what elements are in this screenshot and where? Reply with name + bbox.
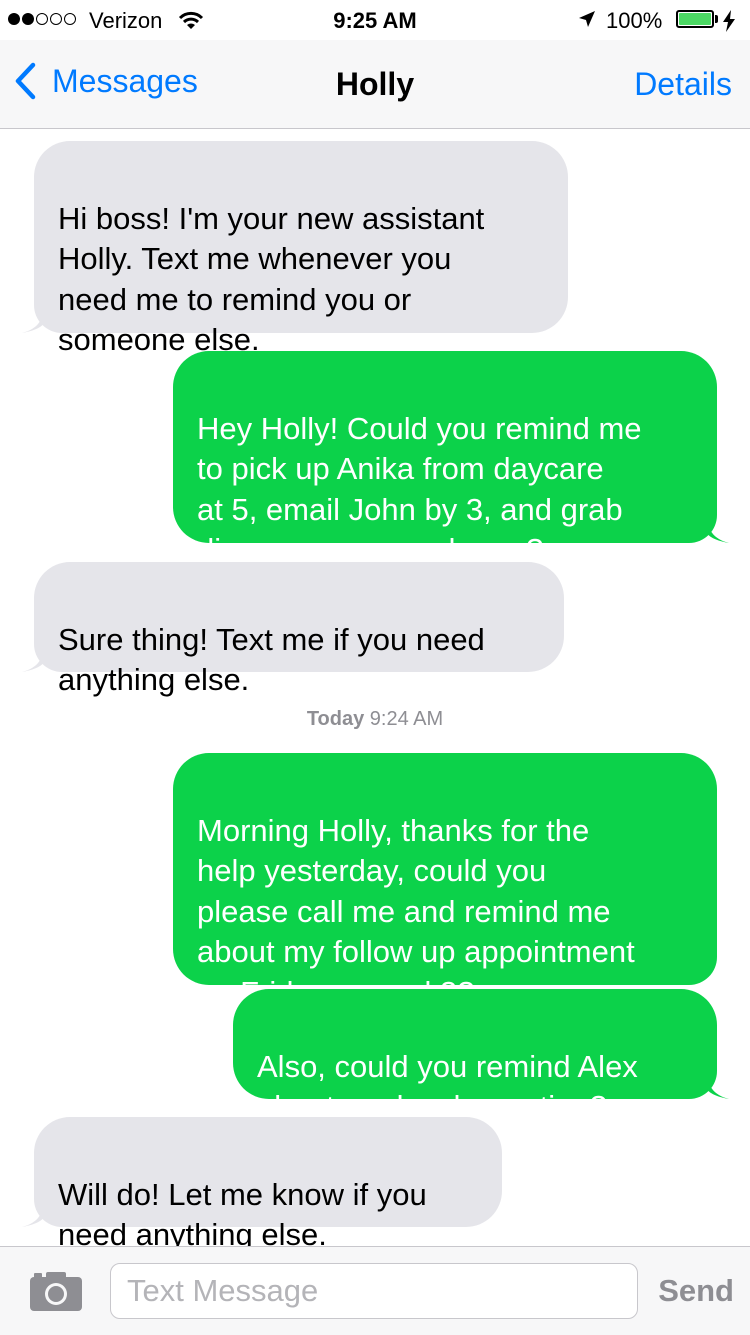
message-bubble-outgoing[interactable]: Morning Holly, thanks for the help yeste… — [173, 753, 717, 1010]
battery-percent: 100% — [606, 8, 663, 33]
nav-bar: Messages Holly Details — [0, 40, 750, 129]
message-bubble-outgoing[interactable]: Hey Holly! Could you remind me to pick u… — [173, 351, 729, 567]
conversation-timestamp: Today 9:24 AM — [0, 708, 750, 731]
message-text: Hey Holly! Could you remind me to pick u… — [197, 410, 642, 568]
message-bubble-incoming[interactable]: Hi boss! I'm your new assistant Holly. T… — [22, 141, 568, 357]
status-bar: Verizon 9:25 AM 100% — [0, 0, 750, 40]
camera-icon[interactable] — [28, 1269, 84, 1313]
battery-tip — [715, 15, 718, 23]
back-label: Messages — [52, 62, 198, 99]
message-bubble-incoming[interactable]: Sure thing! Text me if you need anything… — [22, 562, 564, 697]
message-bubble-incoming[interactable]: Will do! Let me know if you need anythin… — [22, 1117, 502, 1252]
bubble-tail — [22, 1199, 44, 1227]
message-input[interactable] — [110, 1263, 638, 1319]
message-text: Morning Holly, thanks for the help yeste… — [197, 812, 635, 1010]
timestamp-day: Today — [306, 708, 365, 730]
chevron-left-icon — [15, 62, 36, 100]
bubble-tail — [22, 644, 44, 672]
battery-icon — [676, 10, 714, 28]
charging-bolt-icon — [723, 10, 735, 32]
message-text: Also, could you remind Alex about our lu… — [257, 1048, 638, 1125]
location-arrow-icon — [579, 11, 595, 27]
bubble-tail — [707, 515, 729, 543]
bubble-tail — [707, 1071, 729, 1099]
send-button[interactable]: Send — [658, 1273, 734, 1309]
compose-bar: Send — [0, 1246, 750, 1335]
details-button[interactable]: Details — [634, 66, 732, 103]
bubble-tail — [22, 305, 44, 333]
timestamp-time: 9:24 AM — [369, 708, 444, 730]
message-bubble-outgoing[interactable]: Also, could you remind Alex about our lu… — [233, 989, 729, 1124]
message-text: Will do! Let me know if you need anythin… — [58, 1176, 427, 1253]
back-button[interactable]: Messages — [14, 62, 198, 100]
message-text: Hi boss! I'm your new assistant Holly. T… — [58, 200, 485, 358]
message-text: Sure thing! Text me if you need anything… — [58, 621, 485, 698]
